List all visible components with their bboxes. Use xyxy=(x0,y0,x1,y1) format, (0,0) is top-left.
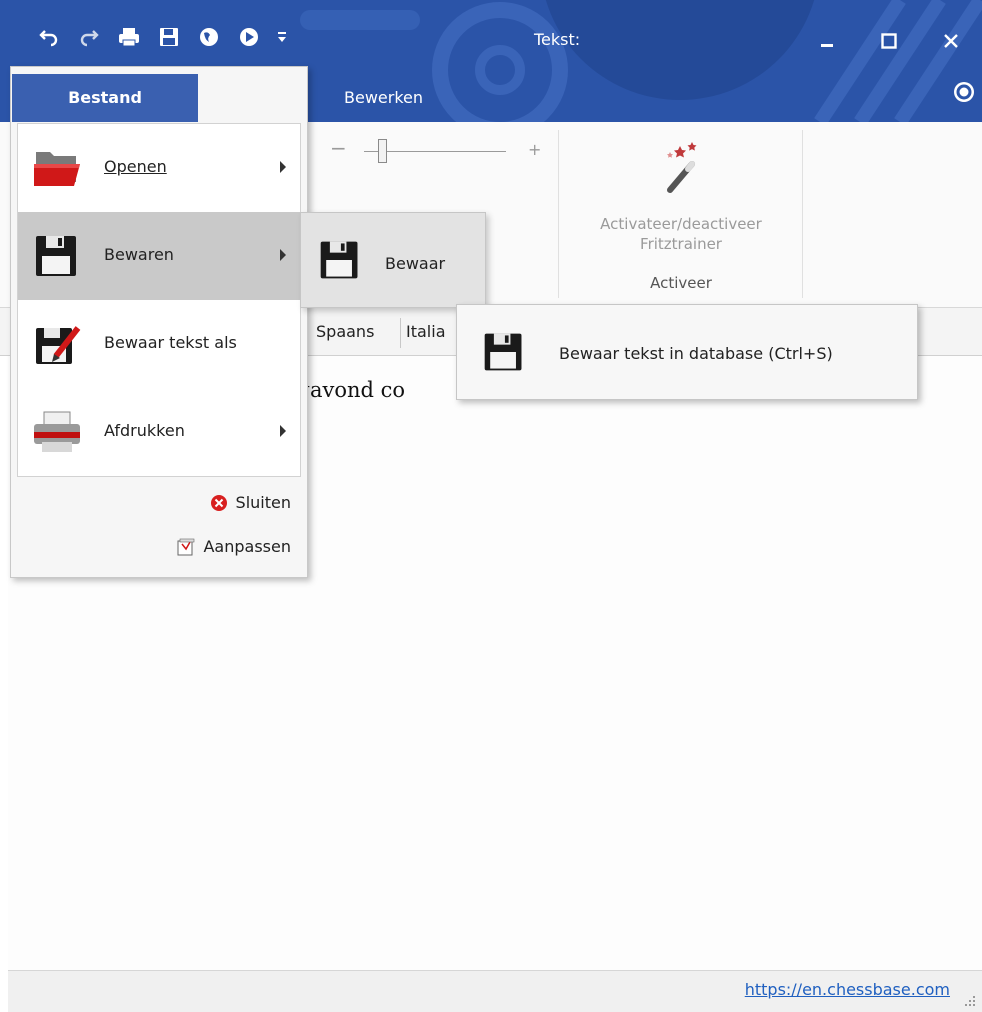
resize-grip-icon[interactable] xyxy=(962,993,976,1007)
print-icon[interactable] xyxy=(116,24,142,50)
customize-label: Aanpassen xyxy=(203,537,291,556)
submenu-arrow-icon xyxy=(280,249,286,261)
menu-label-openen: Openen xyxy=(104,157,167,176)
magic-wand-icon xyxy=(667,142,697,193)
file-menu-items: Openen Bewaren Bewaar tekst als Afdrukke… xyxy=(17,123,301,477)
tab-bestand[interactable]: Bestand xyxy=(12,74,198,122)
fritztrainer-label: Activateer/deactiveer Fritztrainer xyxy=(600,215,762,253)
save-as-icon xyxy=(36,326,81,364)
customize-icon xyxy=(177,538,195,555)
ribbon-group-label: Activeer xyxy=(650,274,712,292)
save-icon[interactable] xyxy=(156,24,182,50)
floppy-disk-icon xyxy=(320,241,358,279)
undo-icon[interactable] xyxy=(36,24,62,50)
globe-arrow-icon[interactable] xyxy=(236,24,262,50)
floppy-disk-icon xyxy=(36,236,76,276)
window-controls xyxy=(796,16,982,66)
minimize-icon xyxy=(821,44,833,47)
file-menu: Openen Bewaren Bewaar tekst als Afdrukke… xyxy=(10,66,308,578)
zoom-out-button[interactable]: − xyxy=(330,136,347,160)
menu-label-bewaren: Bewaren xyxy=(104,245,174,264)
minimize-button[interactable] xyxy=(796,16,858,66)
quick-access-toolbar xyxy=(36,24,288,50)
printer-icon xyxy=(34,411,80,452)
menu-item-bewaar-tekst-als[interactable]: Bewaar tekst als xyxy=(18,300,300,388)
zoom-slider-thumb[interactable] xyxy=(378,139,387,163)
menu-item-bewaren[interactable]: Bewaren xyxy=(18,212,300,300)
menu-label-bewaar-tekst-als: Bewaar tekst als xyxy=(104,333,237,352)
tab-bewerken[interactable]: Bewerken xyxy=(344,88,423,107)
menu-label-afdrukken: Afdrukken xyxy=(104,421,185,440)
menu-item-openen[interactable]: Openen xyxy=(18,124,300,212)
submenu-arrow-icon xyxy=(280,425,286,437)
chessbase-link[interactable]: https://en.chessbase.com xyxy=(745,980,950,999)
customize-button[interactable]: Aanpassen xyxy=(177,537,291,556)
close-window-button[interactable] xyxy=(920,16,982,66)
close-menu-button[interactable]: Sluiten xyxy=(210,493,291,512)
close-icon xyxy=(944,34,958,48)
folder-icon xyxy=(34,152,80,186)
submenu-label-bewaar-in-database: Bewaar tekst in database (Ctrl+S) xyxy=(559,344,833,363)
submenu-bewaar-in-database[interactable]: Bewaar tekst in database (Ctrl+S) xyxy=(456,304,918,400)
zoom-in-button[interactable]: + xyxy=(528,140,541,159)
close-circle-icon xyxy=(210,494,227,511)
floppy-disk-icon xyxy=(484,333,522,371)
submenu-bewaren[interactable]: Bewaar xyxy=(300,212,486,308)
maximize-icon xyxy=(881,33,897,49)
submenu-arrow-icon xyxy=(280,161,286,173)
close-menu-label: Sluiten xyxy=(235,493,291,512)
fritztrainer-toggle-button[interactable]: Activateer/deactiveer Fritztrainer xyxy=(566,140,796,260)
ribbon-divider xyxy=(802,130,803,298)
redo-icon[interactable] xyxy=(76,24,102,50)
maximize-button[interactable] xyxy=(858,16,920,66)
tab-spaans[interactable]: Spaans xyxy=(316,322,374,341)
menu-item-afdrukken[interactable]: Afdrukken xyxy=(18,388,300,476)
globe-icon[interactable] xyxy=(196,24,222,50)
tab-divider xyxy=(400,318,401,348)
customize-dropdown-icon[interactable] xyxy=(276,24,288,50)
ribbon-divider xyxy=(558,130,559,298)
submenu-label-bewaar: Bewaar xyxy=(385,254,446,273)
window-title: Tekst: xyxy=(534,30,581,49)
openen-text: Openen xyxy=(104,157,167,176)
tab-italiaans[interactable]: Italia xyxy=(406,322,446,341)
status-bar: https://en.chessbase.com xyxy=(8,970,982,1012)
help-icon[interactable] xyxy=(952,80,976,104)
